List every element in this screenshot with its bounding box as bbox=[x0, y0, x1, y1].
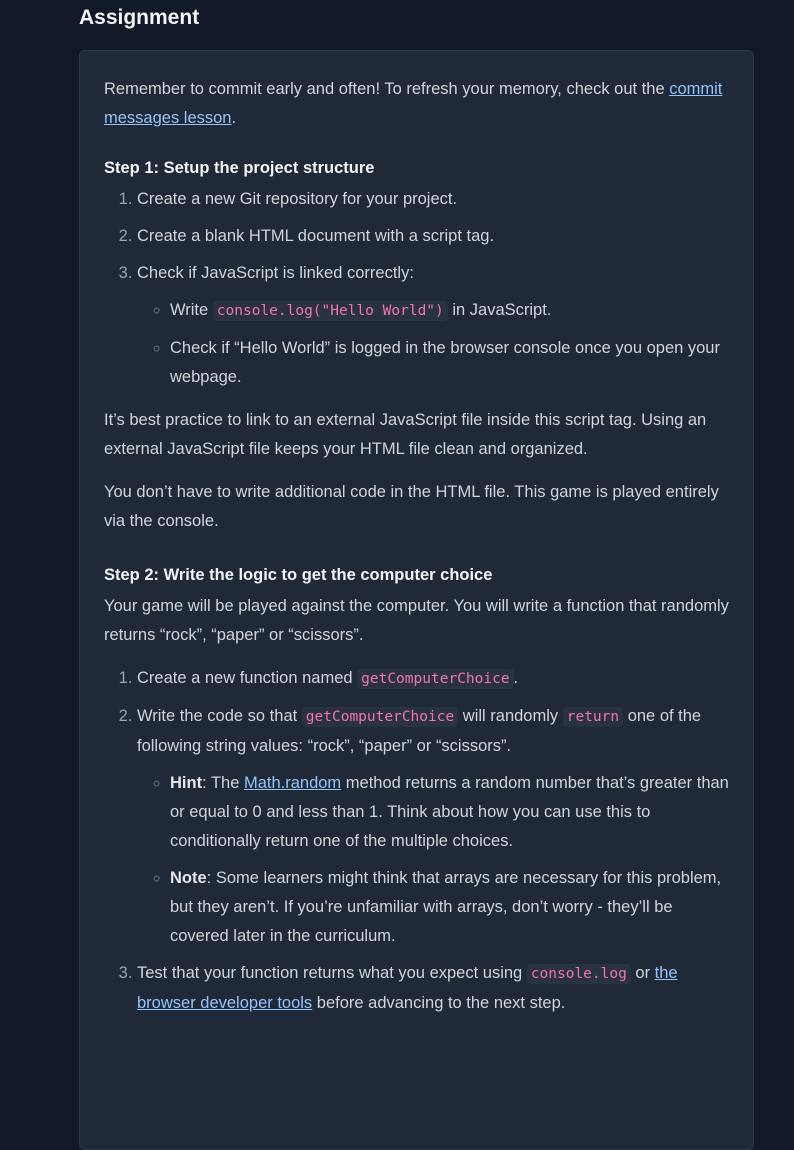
inline-code: console.log bbox=[526, 964, 631, 984]
text: Write bbox=[170, 301, 213, 319]
step2-heading: Step 2: Write the logic to get the compu… bbox=[104, 566, 493, 584]
text: will randomly bbox=[458, 707, 563, 725]
list-item-text: Check if JavaScript is linked correctly: bbox=[137, 264, 414, 282]
intro-paragraph: Remember to commit early and often! To r… bbox=[104, 75, 729, 133]
list-item: Create a new function named getComputerC… bbox=[137, 664, 729, 694]
note-item: Note: Some learners might think that arr… bbox=[170, 864, 729, 951]
inline-code: return bbox=[562, 707, 624, 727]
text: Create a new function named bbox=[137, 669, 358, 687]
list-item: Write console.log("Hello World") in Java… bbox=[170, 296, 729, 326]
inline-code: getComputerChoice bbox=[301, 707, 459, 727]
page-title: Assignment bbox=[79, 6, 200, 29]
sub-list: Write console.log("Hello World") in Java… bbox=[137, 296, 729, 392]
intro-text: Remember to commit early and often! To r… bbox=[104, 80, 670, 98]
text: : Some learners might think that arrays … bbox=[170, 869, 722, 945]
hint-label: Hint bbox=[170, 774, 203, 792]
note-label: Note bbox=[170, 869, 207, 887]
text: . bbox=[513, 669, 519, 687]
intro-end: . bbox=[231, 109, 237, 127]
hint-item: Hint: The Math.random method returns a r… bbox=[170, 769, 729, 856]
list-item: Test that your function returns what you… bbox=[137, 959, 729, 1018]
list-item: Write the code so that getComputerChoice… bbox=[137, 702, 729, 951]
text: Write the code so that bbox=[137, 707, 302, 725]
inline-code: getComputerChoice bbox=[357, 669, 514, 689]
math-random-link[interactable]: Math.random bbox=[244, 774, 341, 792]
text: : The bbox=[202, 774, 244, 792]
paragraph: It’s best practice to link to an externa… bbox=[104, 411, 707, 458]
text: in JavaScript. bbox=[447, 301, 552, 319]
list-item: Check if “Hello World” is logged in the … bbox=[170, 334, 729, 392]
text: before advancing to the next step. bbox=[312, 994, 566, 1012]
text: or bbox=[630, 964, 655, 982]
list-item: Create a new Git repository for your pro… bbox=[137, 185, 729, 214]
inline-code: console.log("Hello World") bbox=[212, 301, 448, 321]
paragraph: Your game will be played against the com… bbox=[104, 597, 729, 644]
step2-list: Create a new function named getComputerC… bbox=[104, 664, 729, 1018]
assignment-card: Remember to commit early and often! To r… bbox=[79, 50, 754, 1150]
step1-list: Create a new Git repository for your pro… bbox=[104, 185, 729, 392]
list-item: Create a blank HTML document with a scri… bbox=[137, 222, 729, 251]
list-item: Check if JavaScript is linked correctly:… bbox=[137, 259, 729, 392]
sub-list: Hint: The Math.random method returns a r… bbox=[137, 769, 729, 951]
paragraph: You don’t have to write additional code … bbox=[104, 483, 719, 530]
text: Test that your function returns what you… bbox=[137, 964, 527, 982]
step1-heading: Step 1: Setup the project structure bbox=[104, 159, 375, 177]
